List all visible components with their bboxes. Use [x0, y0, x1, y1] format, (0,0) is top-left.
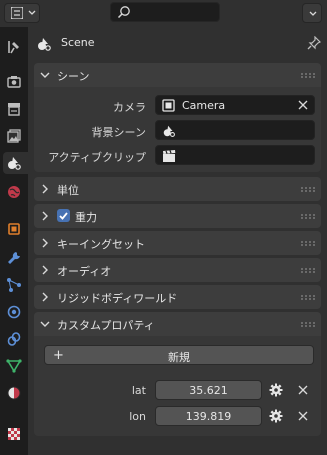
clear-icon[interactable]	[298, 100, 308, 110]
tab-render[interactable]	[3, 71, 25, 93]
tab-material[interactable]	[3, 382, 25, 404]
particles-icon	[7, 278, 21, 292]
property-value-field[interactable]: 35.621	[155, 380, 262, 400]
new-property-label: 新規	[168, 351, 190, 364]
new-property-button[interactable]: + 新規	[44, 345, 314, 365]
output-icon	[8, 103, 20, 116]
wrench-icon	[8, 252, 20, 264]
panel-title: 単位	[57, 184, 79, 197]
active-clip-field[interactable]	[155, 145, 315, 165]
remove-property-icon[interactable]	[298, 411, 308, 421]
panel-body-scene: カメラ Camera 背景シーン アクティブクリップ	[34, 87, 321, 172]
chevron-right-icon	[42, 265, 48, 275]
material-icon	[7, 386, 21, 400]
properties-main: Scene シーン カメラ Camera 背景シーン アクティブクリップ 単位 …	[28, 27, 327, 455]
property-value: 35.621	[189, 384, 228, 397]
search-icon	[117, 6, 130, 19]
panel-title: カスタムプロパティ	[57, 319, 155, 332]
context-breadcrumb: Scene	[28, 27, 327, 59]
panel-header-gravity[interactable]: 重力	[34, 204, 321, 228]
physics-icon	[7, 305, 21, 319]
scene-name-label: Scene	[61, 36, 95, 49]
drag-handle-icon[interactable]	[301, 268, 315, 273]
scene-icon	[38, 38, 51, 51]
display-options-button[interactable]	[302, 3, 322, 23]
panel-title: 重力	[75, 211, 97, 224]
panel-title: キーイングセット	[57, 238, 145, 251]
panel-title: シーン	[57, 70, 90, 83]
panel-header-scene[interactable]: シーン	[34, 63, 321, 87]
remove-property-icon[interactable]	[298, 385, 308, 395]
drag-handle-icon[interactable]	[301, 241, 315, 246]
tool-icon	[8, 41, 19, 54]
mesh-data-icon	[6, 359, 22, 373]
world-icon	[8, 186, 20, 198]
scene-icon	[8, 157, 21, 170]
tab-output[interactable]	[3, 98, 25, 120]
chevron-down-icon	[28, 10, 36, 15]
gear-icon[interactable]	[269, 383, 283, 397]
panel-body-custom-properties: + 新規 lat 35.621 lon 139.819	[34, 336, 321, 436]
tab-world[interactable]	[3, 181, 25, 203]
chevron-right-icon	[42, 238, 48, 248]
background-scene-field[interactable]	[155, 120, 315, 140]
constraints-icon	[7, 332, 21, 346]
panel-header-units[interactable]: 単位	[34, 177, 321, 201]
checkmark-icon	[59, 212, 68, 220]
tab-data[interactable]	[3, 355, 25, 377]
tab-constraints[interactable]	[3, 328, 25, 350]
gravity-checkbox[interactable]	[57, 209, 70, 222]
camera-value: Camera	[182, 99, 226, 112]
drag-handle-icon[interactable]	[301, 73, 315, 78]
chevron-right-icon	[42, 211, 48, 221]
property-name: lon	[129, 410, 146, 423]
properties-editor-icon	[11, 7, 23, 19]
tab-scene[interactable]	[3, 152, 28, 174]
background-scene-label: 背景シーン	[91, 126, 146, 139]
tab-physics[interactable]	[3, 301, 25, 323]
tab-view-layer[interactable]	[3, 125, 25, 147]
panel-header-keying-sets[interactable]: キーイングセット	[34, 231, 321, 255]
panel-header-rigid-body-world[interactable]: リジッドボディワールド	[34, 285, 321, 309]
properties-tab-strip	[0, 27, 28, 455]
camera-object-icon	[162, 99, 175, 112]
pin-icon[interactable]	[307, 36, 321, 50]
chevron-right-icon	[42, 292, 48, 302]
panel-header-audio[interactable]: オーディオ	[34, 258, 321, 282]
property-value: 139.819	[185, 410, 232, 423]
drag-handle-icon[interactable]	[301, 187, 315, 192]
tab-texture[interactable]	[3, 423, 25, 445]
drag-handle-icon[interactable]	[301, 322, 315, 327]
drag-handle-icon[interactable]	[301, 214, 315, 219]
search-input[interactable]	[110, 2, 220, 22]
texture-icon	[8, 428, 20, 440]
property-name: lat	[131, 384, 146, 397]
gear-icon[interactable]	[269, 409, 283, 423]
render-icon	[7, 76, 21, 88]
view-layer-icon	[7, 129, 21, 143]
tab-object[interactable]	[3, 218, 25, 240]
editor-type-selector[interactable]	[4, 3, 40, 23]
clapperboard-icon	[163, 150, 176, 162]
chevron-down-icon	[309, 11, 317, 16]
property-value-field[interactable]: 139.819	[155, 406, 262, 426]
tab-tool[interactable]	[3, 36, 25, 58]
drag-handle-icon[interactable]	[301, 295, 315, 300]
object-icon	[8, 223, 20, 235]
chevron-down-icon	[40, 321, 50, 327]
panel-header-custom-properties[interactable]: カスタムプロパティ	[34, 312, 321, 336]
panel-title: オーディオ	[57, 265, 112, 278]
scene-icon	[163, 125, 175, 137]
panel-title: リジッドボディワールド	[57, 292, 178, 305]
tab-modifiers[interactable]	[3, 247, 25, 269]
chevron-right-icon	[42, 184, 48, 194]
active-clip-label: アクティブクリップ	[48, 151, 146, 164]
camera-field[interactable]: Camera	[155, 95, 315, 115]
chevron-down-icon	[40, 72, 50, 78]
tab-particles[interactable]	[3, 274, 25, 296]
editor-header	[0, 0, 327, 27]
camera-label: カメラ	[113, 101, 146, 114]
